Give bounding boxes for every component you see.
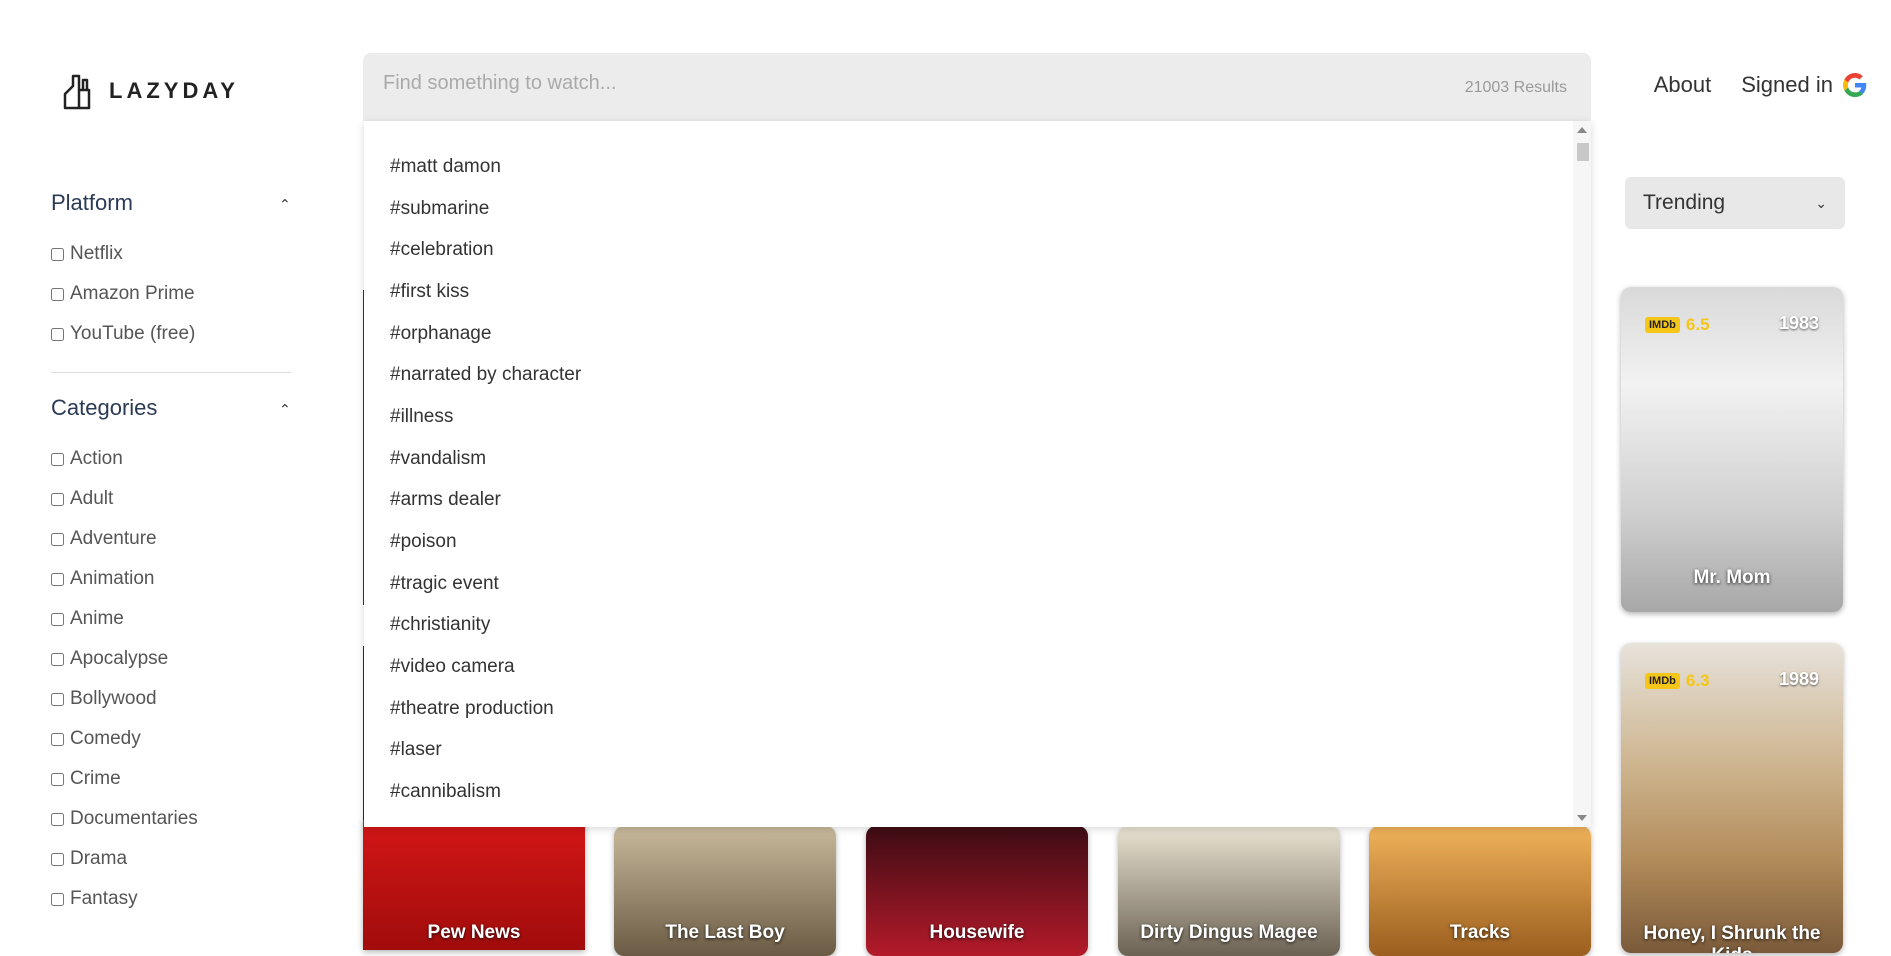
suggestion-item[interactable]: #narrated by character bbox=[364, 354, 1591, 396]
filter-option-drama[interactable]: Drama bbox=[51, 839, 291, 879]
top-nav: About Signed in bbox=[1654, 72, 1867, 98]
filter-option-crime[interactable]: Crime bbox=[51, 759, 291, 799]
apocalypse-checkbox[interactable] bbox=[51, 652, 64, 666]
sort-select[interactable]: Trending ⌄ bbox=[1625, 177, 1845, 229]
about-link[interactable]: About bbox=[1654, 72, 1712, 98]
imdb-badge: IMDb bbox=[1645, 317, 1680, 333]
movie-year: 1989 bbox=[1778, 669, 1819, 689]
adventure-checkbox[interactable] bbox=[51, 532, 64, 546]
action-checkbox[interactable] bbox=[51, 452, 64, 466]
movie-title: Pew News bbox=[427, 922, 521, 943]
fantasy-checkbox[interactable] bbox=[51, 892, 64, 906]
filter-option-amazon-prime[interactable]: Amazon Prime bbox=[51, 274, 291, 314]
drama-checkbox[interactable] bbox=[51, 852, 64, 866]
categories-title: Categories bbox=[51, 395, 158, 420]
filter-option-apocalypse[interactable]: Apocalypse bbox=[51, 639, 291, 679]
animation-checkbox[interactable] bbox=[51, 572, 64, 586]
movie-card-tracks[interactable]: Tracks bbox=[1369, 826, 1591, 956]
suggestion-item[interactable]: #celebration bbox=[364, 229, 1591, 271]
movie-title: Honey, I Shrunk the Kids bbox=[1643, 923, 1821, 953]
comedy-checkbox[interactable] bbox=[51, 732, 64, 746]
dropdown-scrollbar[interactable] bbox=[1573, 121, 1591, 827]
brand-name: LAZYDAY bbox=[109, 78, 239, 103]
movie-title: Dirty Dingus Magee bbox=[1140, 922, 1318, 943]
movie-title: The Last Boy bbox=[665, 922, 785, 943]
suggestion-item[interactable]: #video camera bbox=[364, 646, 1591, 688]
movie-card-mr-mom[interactable]: IMDb 6.5 1983 Mr. Mom bbox=[1621, 287, 1843, 612]
imdb-rating: IMDb 6.5 bbox=[1645, 315, 1710, 335]
movie-card-pew-news[interactable]: Pew News bbox=[363, 820, 585, 950]
chevron-down-icon: ⌄ bbox=[1815, 194, 1827, 211]
chevron-up-icon[interactable]: ⌄ bbox=[279, 400, 291, 417]
suggestion-item[interactable]: #matt damon bbox=[364, 146, 1591, 188]
categories-section-header[interactable]: Categories ⌄ bbox=[51, 395, 291, 421]
platform-section-header[interactable]: Platform ⌄ bbox=[51, 190, 291, 216]
suggestion-item[interactable]: #vandalism bbox=[364, 438, 1591, 480]
suggestion-item[interactable]: #tragic event bbox=[364, 563, 1591, 605]
sort-selected: Trending bbox=[1643, 191, 1726, 214]
netflix-checkbox[interactable] bbox=[51, 247, 64, 261]
filter-option-documentaries[interactable]: Documentaries bbox=[51, 799, 291, 839]
filter-option-bollywood[interactable]: Bollywood bbox=[51, 679, 291, 719]
movie-title: Housewife bbox=[929, 922, 1025, 943]
crime-checkbox[interactable] bbox=[51, 772, 64, 786]
bottle-icon bbox=[63, 74, 91, 110]
filter-option-adult[interactable]: Adult bbox=[51, 479, 291, 519]
suggestion-item[interactable]: #orphanage bbox=[364, 313, 1591, 355]
suggestion-item[interactable]: #submarine bbox=[364, 188, 1591, 230]
filter-sidebar: Platform ⌄ Netflix Amazon Prime YouTube … bbox=[51, 190, 291, 919]
imdb-badge: IMDb bbox=[1645, 673, 1680, 689]
sidebar-divider bbox=[51, 372, 291, 373]
filter-option-action[interactable]: Action bbox=[51, 439, 291, 479]
search-suggestions: #matt damon #submarine #celebration #fir… bbox=[364, 121, 1591, 827]
scroll-up-arrow-icon[interactable] bbox=[1577, 127, 1587, 133]
chevron-up-icon[interactable]: ⌄ bbox=[279, 195, 291, 212]
platform-title: Platform bbox=[51, 190, 133, 215]
bollywood-checkbox[interactable] bbox=[51, 692, 64, 706]
movie-card-honey-i-shrunk-the-kids[interactable]: IMDb 6.3 1989 Honey, I Shrunk the Kids bbox=[1621, 643, 1843, 953]
filter-option-adventure[interactable]: Adventure bbox=[51, 519, 291, 559]
movie-card-dirty-dingus-magee[interactable]: Dirty Dingus Magee bbox=[1118, 826, 1340, 956]
signed-in-label: Signed in bbox=[1741, 72, 1833, 97]
suggestion-item[interactable]: #arms dealer bbox=[364, 480, 1591, 522]
scroll-down-arrow-icon[interactable] bbox=[1577, 815, 1587, 821]
search-bar: 21003 Results bbox=[363, 53, 1591, 121]
movie-card-housewife[interactable]: Housewife bbox=[866, 826, 1088, 956]
movie-title: Tracks bbox=[1449, 922, 1511, 943]
filter-option-fantasy[interactable]: Fantasy bbox=[51, 879, 291, 919]
filter-option-anime[interactable]: Anime bbox=[51, 599, 291, 639]
signed-in-button[interactable]: Signed in bbox=[1741, 72, 1867, 98]
suggestion-item[interactable]: #cannibalism bbox=[364, 771, 1591, 813]
filter-option-youtube[interactable]: YouTube (free) bbox=[51, 314, 291, 354]
logo[interactable]: LAZYDAY bbox=[63, 72, 239, 110]
movie-title: Mr. Mom bbox=[1693, 567, 1771, 588]
suggestion-item[interactable]: #christianity bbox=[364, 605, 1591, 647]
suggestion-item[interactable]: #laser bbox=[364, 730, 1591, 772]
scrollbar-thumb[interactable] bbox=[1577, 143, 1589, 161]
suggestion-item[interactable]: #theatre production bbox=[364, 688, 1591, 730]
search-input[interactable] bbox=[381, 71, 1285, 96]
movie-year: 1983 bbox=[1778, 313, 1819, 333]
youtube-checkbox[interactable] bbox=[51, 327, 64, 341]
filter-option-netflix[interactable]: Netflix bbox=[51, 234, 291, 274]
imdb-rating: IMDb 6.3 bbox=[1645, 671, 1710, 691]
results-count: 21003 Results bbox=[1464, 79, 1567, 96]
suggestion-item[interactable]: #poison bbox=[364, 521, 1591, 563]
movie-card-the-last-boy[interactable]: The Last Boy bbox=[614, 826, 836, 956]
anime-checkbox[interactable] bbox=[51, 612, 64, 626]
documentaries-checkbox[interactable] bbox=[51, 812, 64, 826]
suggestion-item[interactable]: #first kiss bbox=[364, 271, 1591, 313]
filter-option-animation[interactable]: Animation bbox=[51, 559, 291, 599]
suggestion-item[interactable]: #illness bbox=[364, 396, 1591, 438]
google-icon bbox=[1843, 73, 1867, 97]
adult-checkbox[interactable] bbox=[51, 492, 64, 506]
filter-option-comedy[interactable]: Comedy bbox=[51, 719, 291, 759]
amazon-prime-checkbox[interactable] bbox=[51, 287, 64, 301]
